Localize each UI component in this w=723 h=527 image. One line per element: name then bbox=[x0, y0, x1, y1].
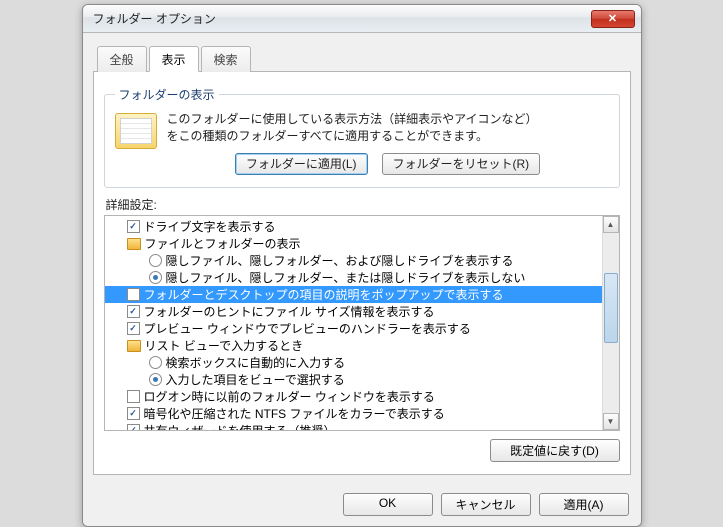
folder-options-dialog: フォルダー オプション ✕ 全般 表示 検索 フォルダーの表示 このフォルダーに… bbox=[82, 4, 642, 527]
checkbox-icon[interactable] bbox=[127, 407, 140, 420]
radio-icon[interactable] bbox=[149, 254, 162, 267]
radio-icon[interactable] bbox=[149, 373, 162, 386]
radio-icon[interactable] bbox=[149, 271, 162, 284]
checkbox-icon[interactable] bbox=[127, 288, 140, 301]
titlebar[interactable]: フォルダー オプション ✕ bbox=[83, 5, 641, 33]
checkbox-icon[interactable] bbox=[127, 424, 140, 430]
tree-item[interactable]: 暗号化や圧縮された NTFS ファイルをカラーで表示する bbox=[105, 405, 602, 422]
tree-viewport[interactable]: ドライブ文字を表示する ファイルとフォルダーの表示 隠しファイル、隠しフォルダー… bbox=[105, 216, 602, 430]
folder-mini-icon bbox=[127, 340, 141, 352]
tree-item[interactable]: ドライブ文字を表示する bbox=[105, 218, 602, 235]
tab-search[interactable]: 検索 bbox=[201, 46, 251, 72]
scroll-track[interactable] bbox=[603, 233, 619, 413]
folder-icon bbox=[115, 113, 157, 149]
checkbox-icon[interactable] bbox=[127, 305, 140, 318]
tab-view[interactable]: 表示 bbox=[149, 46, 199, 72]
tab-strip: 全般 表示 検索 bbox=[93, 45, 631, 72]
folder-view-group: フォルダーの表示 このフォルダーに使用している表示方法（詳細表示やアイコンなど）… bbox=[104, 86, 620, 188]
vertical-scrollbar[interactable]: ▲ ▼ bbox=[602, 216, 619, 430]
tree-item[interactable]: ログオン時に以前のフォルダー ウィンドウを表示する bbox=[105, 388, 602, 405]
dialog-button-row: OK キャンセル 適用(A) bbox=[83, 485, 641, 526]
tree-item[interactable]: 共有ウィザードを使用する（推奨） bbox=[105, 422, 602, 430]
close-icon: ✕ bbox=[608, 12, 617, 25]
tree-item-selected[interactable]: フォルダーとデスクトップの項目の説明をポップアップで表示する bbox=[105, 286, 602, 303]
folder-view-description: このフォルダーに使用している表示方法（詳細表示やアイコンなど） をこの種類のフォ… bbox=[167, 111, 609, 175]
cancel-button[interactable]: キャンセル bbox=[441, 493, 531, 516]
folder-view-legend: フォルダーの表示 bbox=[115, 86, 219, 103]
scroll-thumb[interactable] bbox=[604, 273, 618, 343]
advanced-settings-label: 詳細設定: bbox=[106, 196, 620, 213]
tree-item[interactable]: 入力した項目をビューで選択する bbox=[105, 371, 602, 388]
close-button[interactable]: ✕ bbox=[591, 10, 635, 28]
scroll-down-button[interactable]: ▼ bbox=[603, 413, 619, 430]
window-title: フォルダー オプション bbox=[93, 10, 591, 27]
tree-item[interactable]: プレビュー ウィンドウでプレビューのハンドラーを表示する bbox=[105, 320, 602, 337]
scroll-up-button[interactable]: ▲ bbox=[603, 216, 619, 233]
tree-group[interactable]: ファイルとフォルダーの表示 bbox=[105, 235, 602, 252]
ok-button[interactable]: OK bbox=[343, 493, 433, 516]
tree-item[interactable]: 検索ボックスに自動的に入力する bbox=[105, 354, 602, 371]
folder-mini-icon bbox=[127, 238, 141, 250]
apply-to-folders-button[interactable]: フォルダーに適用(L) bbox=[235, 153, 368, 176]
tree-group[interactable]: リスト ビューで入力するとき bbox=[105, 337, 602, 354]
radio-icon[interactable] bbox=[149, 356, 162, 369]
tree-item[interactable]: フォルダーのヒントにファイル サイズ情報を表示する bbox=[105, 303, 602, 320]
tree-item[interactable]: 隠しファイル、隠しフォルダー、および隠しドライブを表示する bbox=[105, 252, 602, 269]
content-area: 全般 表示 検索 フォルダーの表示 このフォルダーに使用している表示方法（詳細表… bbox=[83, 33, 641, 485]
advanced-settings-tree: ドライブ文字を表示する ファイルとフォルダーの表示 隠しファイル、隠しフォルダー… bbox=[104, 215, 620, 431]
restore-defaults-button[interactable]: 既定値に戻す(D) bbox=[490, 439, 620, 462]
tree-item[interactable]: 隠しファイル、隠しフォルダー、または隠しドライブを表示しない bbox=[105, 269, 602, 286]
checkbox-icon[interactable] bbox=[127, 390, 140, 403]
checkbox-icon[interactable] bbox=[127, 220, 140, 233]
reset-folders-button[interactable]: フォルダーをリセット(R) bbox=[382, 153, 541, 176]
apply-button[interactable]: 適用(A) bbox=[539, 493, 629, 516]
tab-body-view: フォルダーの表示 このフォルダーに使用している表示方法（詳細表示やアイコンなど）… bbox=[93, 72, 631, 475]
tab-general[interactable]: 全般 bbox=[97, 46, 147, 72]
checkbox-icon[interactable] bbox=[127, 322, 140, 335]
